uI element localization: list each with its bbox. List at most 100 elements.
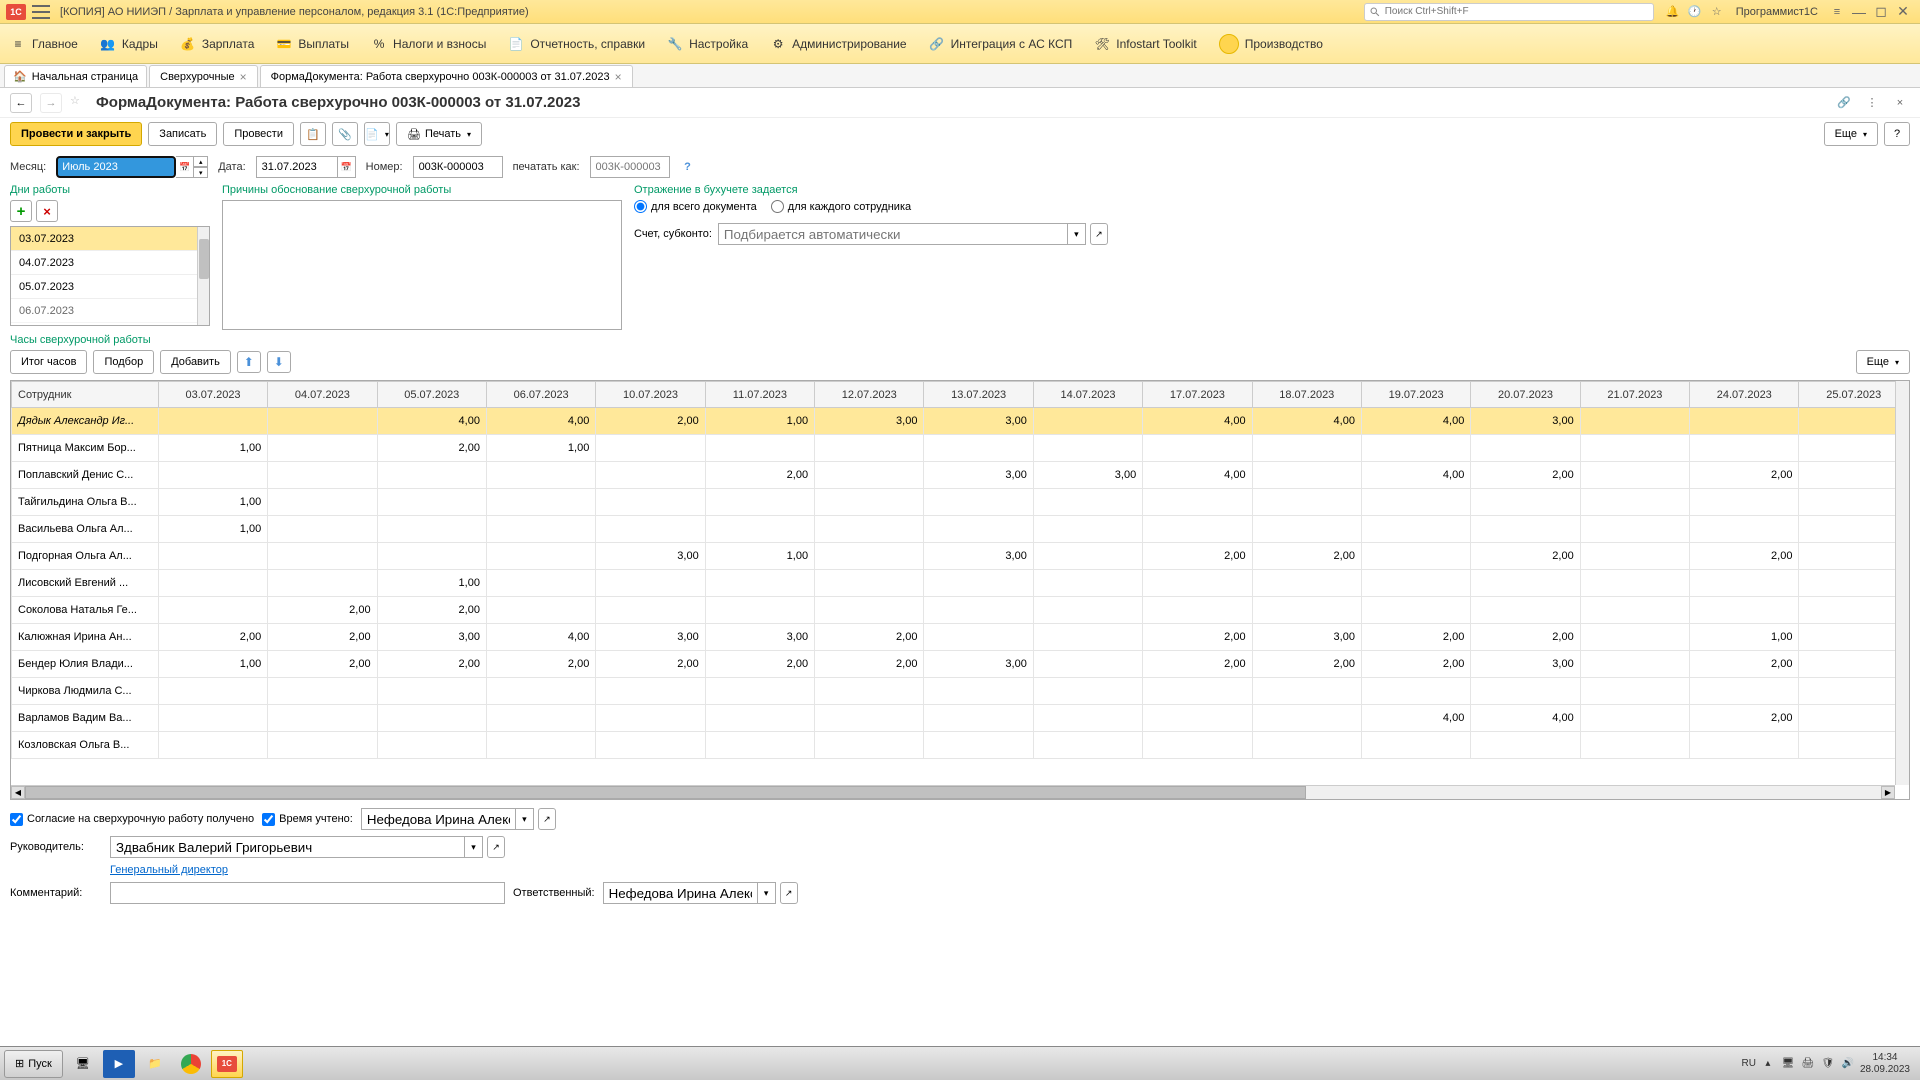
cell-employee[interactable]: Варламов Вадим Ва... [12, 705, 159, 732]
taskbar-chrome[interactable] [175, 1050, 207, 1078]
cell-hours[interactable] [1471, 516, 1580, 543]
cell-hours[interactable] [1580, 489, 1689, 516]
cell-hours[interactable]: 1,00 [158, 489, 267, 516]
cell-hours[interactable] [1580, 705, 1689, 732]
cell-hours[interactable]: 2,00 [815, 624, 924, 651]
cell-hours[interactable] [268, 570, 377, 597]
cell-hours[interactable] [1471, 678, 1580, 705]
cell-hours[interactable]: 4,00 [486, 408, 595, 435]
cell-employee[interactable]: Подгорная Ольга Ал... [12, 543, 159, 570]
cell-hours[interactable]: 1 [1799, 543, 1909, 570]
post-button[interactable]: Провести [223, 122, 294, 146]
taskbar-app[interactable]: 📁 [139, 1050, 171, 1078]
add-button[interactable]: Добавить [160, 350, 231, 374]
date-input[interactable] [256, 156, 338, 178]
cell-hours[interactable] [1799, 435, 1909, 462]
hours-table[interactable]: Сотрудник03.07.202304.07.202305.07.20230… [11, 381, 1909, 759]
cell-hours[interactable] [158, 570, 267, 597]
cell-hours[interactable]: 2,00 [1471, 462, 1580, 489]
cell-employee[interactable]: Поплавский Денис С... [12, 462, 159, 489]
month-input[interactable] [56, 156, 176, 178]
cell-hours[interactable] [1033, 570, 1142, 597]
cell-hours[interactable]: 3,00 [815, 408, 924, 435]
cell-hours[interactable] [1580, 678, 1689, 705]
cell-hours[interactable] [268, 705, 377, 732]
cell-hours[interactable]: 4,00 [1143, 408, 1252, 435]
cell-hours[interactable]: 2,00 [158, 624, 267, 651]
cell-hours[interactable] [705, 678, 814, 705]
cell-hours[interactable]: 1,00 [158, 651, 267, 678]
table-row[interactable]: Подгорная Ольга Ал...3,001,003,002,002,0… [12, 543, 1909, 570]
cell-hours[interactable] [1361, 597, 1470, 624]
cell-hours[interactable] [377, 489, 486, 516]
cell-hours[interactable] [705, 732, 814, 759]
cell-hours[interactable] [1690, 435, 1799, 462]
cell-hours[interactable] [268, 408, 377, 435]
cell-hours[interactable] [596, 435, 705, 462]
cell-hours[interactable] [268, 543, 377, 570]
cell-hours[interactable] [924, 624, 1033, 651]
cell-hours[interactable] [1580, 732, 1689, 759]
table-row[interactable]: Варламов Вадим Ва...4,004,002,004 [12, 705, 1909, 732]
cell-hours[interactable]: 3,00 [1471, 651, 1580, 678]
cell-hours[interactable] [1143, 732, 1252, 759]
cell-hours[interactable] [486, 678, 595, 705]
cell-hours[interactable]: 2,00 [1143, 543, 1252, 570]
menu-main[interactable]: ≡Главное [10, 36, 78, 52]
cell-hours[interactable] [1690, 732, 1799, 759]
tab-document[interactable]: ФормаДокумента: Работа сверхурочно 003К-… [260, 65, 633, 87]
cell-hours[interactable] [486, 570, 595, 597]
cell-hours[interactable] [268, 435, 377, 462]
cell-hours[interactable] [377, 462, 486, 489]
cell-hours[interactable] [268, 516, 377, 543]
col-header-date[interactable]: 25.07.2023 [1799, 382, 1909, 408]
day-row[interactable]: 05.07.2023 [11, 275, 209, 299]
cell-hours[interactable] [158, 705, 267, 732]
total-hours-button[interactable]: Итог часов [10, 350, 87, 374]
cell-employee[interactable]: Бендер Юлия Влади... [12, 651, 159, 678]
day-row[interactable]: 03.07.2023 [11, 227, 209, 251]
col-header-date[interactable]: 06.07.2023 [486, 382, 595, 408]
cell-hours[interactable]: 1,00 [1690, 624, 1799, 651]
more-button[interactable]: Еще▾ [1824, 122, 1878, 146]
close-icon[interactable]: × [1890, 93, 1910, 113]
tab-overtime[interactable]: Сверхурочные× [149, 65, 258, 87]
cell-hours[interactable] [1361, 543, 1470, 570]
cell-hours[interactable]: 2,00 [1471, 543, 1580, 570]
cell-hours[interactable] [1033, 435, 1142, 462]
cell-hours[interactable] [596, 732, 705, 759]
cell-employee[interactable]: Соколова Наталья Ге... [12, 597, 159, 624]
open-icon[interactable]: ↗ [487, 836, 505, 858]
cell-hours[interactable] [1799, 462, 1909, 489]
col-header-date[interactable]: 13.07.2023 [924, 382, 1033, 408]
col-header-date[interactable]: 14.07.2023 [1033, 382, 1142, 408]
cell-hours[interactable] [1799, 516, 1909, 543]
cell-hours[interactable]: 2,00 [486, 651, 595, 678]
create-based-button[interactable]: 📄▾ [364, 122, 390, 146]
tray-icon[interactable]: 🖥 [1780, 1056, 1796, 1072]
cell-hours[interactable] [1361, 570, 1470, 597]
start-button[interactable]: ⊞Пуск [4, 1050, 63, 1078]
cell-hours[interactable]: 2,00 [1690, 651, 1799, 678]
cell-hours[interactable]: 2,00 [268, 624, 377, 651]
cell-hours[interactable] [158, 732, 267, 759]
cell-hours[interactable] [1799, 678, 1909, 705]
vertical-scrollbar[interactable] [1895, 381, 1909, 785]
cell-hours[interactable]: 3,00 [924, 408, 1033, 435]
cell-hours[interactable]: 2,00 [1143, 651, 1252, 678]
cell-hours[interactable]: 1 [1799, 570, 1909, 597]
col-header-date[interactable]: 11.07.2023 [705, 382, 814, 408]
cell-hours[interactable]: 4,00 [1471, 705, 1580, 732]
cell-hours[interactable] [815, 732, 924, 759]
col-header-date[interactable]: 04.07.2023 [268, 382, 377, 408]
cell-hours[interactable] [924, 597, 1033, 624]
cell-hours[interactable] [268, 462, 377, 489]
cell-hours[interactable] [377, 705, 486, 732]
cell-hours[interactable]: 3,00 [1471, 408, 1580, 435]
search-input[interactable] [1385, 6, 1649, 17]
table-row[interactable]: Козловская Ольга В... [12, 732, 1909, 759]
nav-back-button[interactable]: ← [10, 93, 32, 113]
menu-admin[interactable]: ⚙Администрирование [770, 36, 906, 52]
lang-indicator[interactable]: RU [1741, 1058, 1755, 1069]
table-row[interactable]: Пятница Максим Бор...1,002,001,00 [12, 435, 1909, 462]
